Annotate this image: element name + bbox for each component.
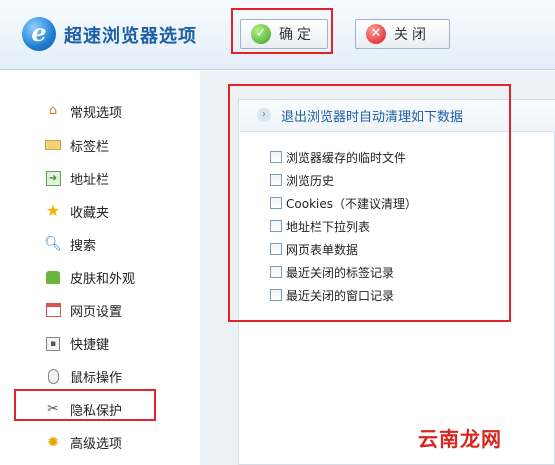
sidebar-item-general[interactable]: ⌂ 常规选项 <box>44 99 122 123</box>
sidebar-item-label: 地址栏 <box>70 172 110 188</box>
sidebar-item-addressbar[interactable]: ➜ 地址栏 <box>44 166 109 190</box>
gear-icon: ✹ <box>46 433 60 451</box>
close-icon: ✕ <box>366 24 386 44</box>
sidebar-item-skin[interactable]: 皮肤和外观 <box>44 265 135 289</box>
sidebar-item-label: 鼠标操作 <box>70 370 123 386</box>
webpage-icon <box>44 301 62 319</box>
sidebar-item-mouse[interactable]: 鼠标操作 <box>44 364 122 388</box>
panel-highlight-box <box>228 84 511 322</box>
star-icon: ★ <box>45 201 61 220</box>
shirt-icon <box>44 268 62 286</box>
close-button-label: 关闭 <box>394 27 430 43</box>
mouse-icon <box>44 367 62 385</box>
sidebar-item-label: 常规选项 <box>70 105 123 121</box>
watermark-text: 云南龙网 <box>418 427 502 451</box>
sidebar-item-label: 皮肤和外观 <box>70 271 136 287</box>
shortcut-icon: ▪ <box>44 334 62 352</box>
address-icon: ➜ <box>44 169 62 187</box>
search-icon: 🔍︎ <box>44 236 62 252</box>
sidebar-item-label: 搜索 <box>70 238 97 254</box>
sidebar-item-label: 快捷键 <box>70 337 110 353</box>
sidebar-item-label: 收藏夹 <box>70 205 110 221</box>
sidebar-item-advanced[interactable]: ✹ 高级选项 <box>44 430 122 454</box>
sidebar-item-webpage[interactable]: 网页设置 <box>44 298 122 322</box>
sidebar-item-label: 网页设置 <box>70 304 123 320</box>
sidebar-item-favorites[interactable]: ★ 收藏夹 <box>44 199 109 223</box>
sidebar-item-shortcuts[interactable]: ▪ 快捷键 <box>44 331 109 355</box>
sidebar-item-label: 标签栏 <box>70 139 110 155</box>
sidebar-item-tabbar[interactable]: 标签栏 <box>44 133 109 157</box>
sidebar-item-label: 高级选项 <box>70 436 123 452</box>
browser-logo-icon: e <box>22 17 56 51</box>
tab-icon <box>44 136 62 154</box>
ok-highlight-box <box>231 8 333 54</box>
sidebar-item-search[interactable]: 🔍︎ 搜索 <box>44 232 96 256</box>
window-title: 超速浏览器选项 <box>64 26 197 47</box>
home-icon: ⌂ <box>48 103 58 118</box>
close-button[interactable]: ✕ 关闭 <box>355 19 450 49</box>
privacy-highlight-box <box>14 389 156 421</box>
